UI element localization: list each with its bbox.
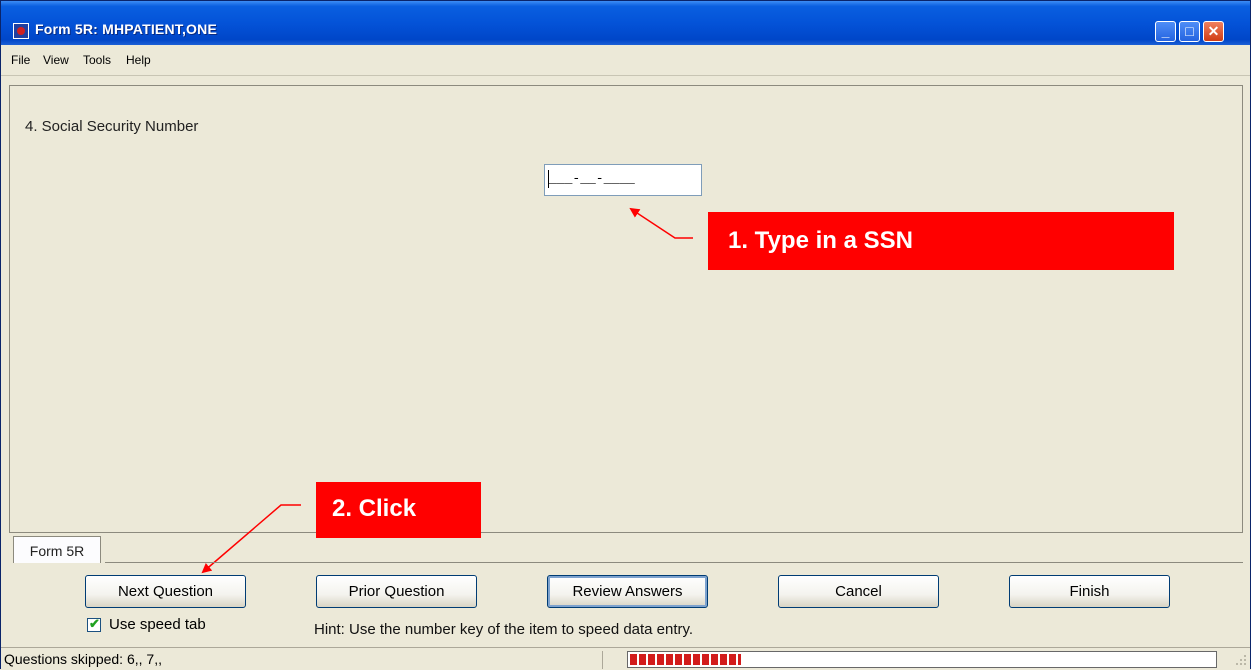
next-question-button[interactable]: Next Question (85, 575, 246, 608)
progress-fill (630, 654, 741, 665)
status-bar: Questions skipped: 6,, 7,, (1, 647, 1250, 670)
question-panel (9, 85, 1243, 533)
close-button[interactable]: ✕ (1203, 21, 1224, 42)
progress-bar (627, 651, 1217, 668)
callout-type-ssn: 1. Type in a SSN (708, 212, 1174, 270)
callout-click: 2. Click (316, 482, 481, 538)
tab-strip: Form 5R (9, 533, 1243, 565)
menu-help[interactable]: Help (126, 53, 151, 67)
speed-tab-label: Use speed tab (109, 616, 206, 633)
speed-tab-checkbox[interactable]: ✔ (87, 616, 101, 632)
resize-grip-icon[interactable] (1234, 653, 1248, 667)
window-title: Form 5R: MHPATIENT,ONE (35, 21, 217, 37)
callout-click-text: 2. Click (332, 495, 417, 522)
hint-text: Hint: Use the number key of the item to … (314, 621, 694, 638)
minimize-button[interactable]: _ (1155, 21, 1176, 42)
menu-bar: File View Tools Help (1, 45, 1250, 76)
finish-button[interactable]: Finish (1009, 575, 1170, 608)
title-bar[interactable]: Form 5R: MHPATIENT,ONE _ □ ✕ (1, 1, 1250, 45)
menu-file[interactable]: File (11, 53, 30, 67)
tab-form-5r[interactable]: Form 5R (13, 536, 101, 563)
application-window: Form 5R: MHPATIENT,ONE _ □ ✕ File View T… (0, 0, 1251, 670)
ssn-mask: ___-__-____ (549, 171, 635, 186)
menu-tools[interactable]: Tools (83, 53, 111, 67)
cancel-button[interactable]: Cancel (778, 575, 939, 608)
checkmark-icon: ✔ (89, 616, 100, 631)
maximize-button[interactable]: □ (1179, 21, 1200, 42)
prior-question-button[interactable]: Prior Question (316, 575, 477, 608)
question-label: 4. Social Security Number (25, 118, 199, 135)
app-icon[interactable] (13, 23, 29, 39)
status-questions-skipped: Questions skipped: 6,, 7,, (4, 651, 603, 669)
tab-divider (105, 562, 1243, 563)
menu-view[interactable]: View (43, 53, 69, 67)
callout-type-ssn-text: 1. Type in a SSN (728, 227, 913, 254)
review-answers-button[interactable]: Review Answers (547, 575, 708, 608)
ssn-input[interactable]: ___-__-____ (544, 164, 702, 196)
